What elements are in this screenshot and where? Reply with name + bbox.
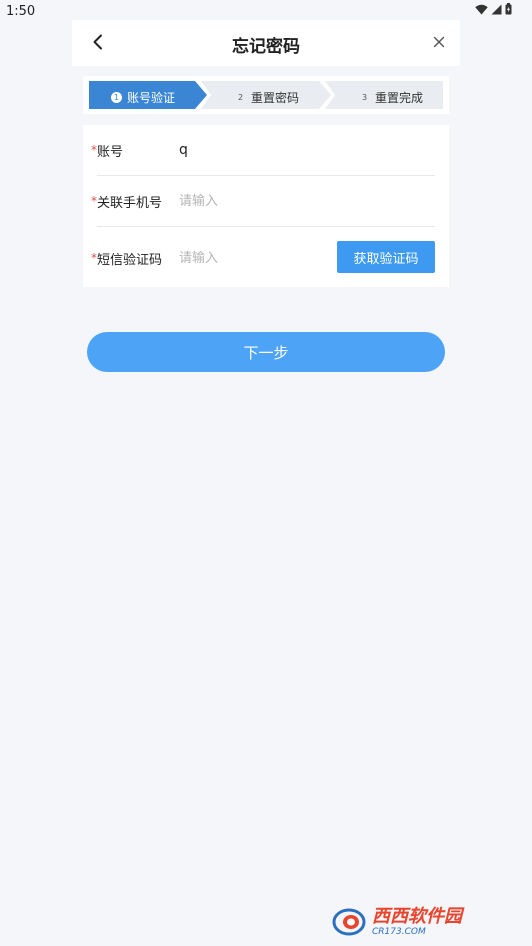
step-label: 账号验证 — [127, 91, 176, 105]
step-number: 1 — [111, 92, 122, 103]
account-input[interactable] — [179, 139, 329, 161]
watermark-logo-icon — [332, 908, 366, 936]
sms-code-input[interactable] — [179, 247, 329, 269]
account-row: * 账号 — [83, 125, 449, 175]
sms-code-row: * 短信验证码 获取验证码 — [83, 227, 449, 287]
reset-form: * 账号 * 关联手机号 * 短信验证码 获取验证码 — [83, 125, 449, 287]
watermark: 西西软件园 CR173.COM — [332, 904, 512, 940]
step-label: 重置密码 — [251, 91, 300, 105]
close-button[interactable] — [428, 31, 450, 53]
phone-label: 关联手机号 — [97, 196, 163, 211]
account-label: 账号 — [97, 145, 124, 160]
sms-code-label: 短信验证码 — [97, 253, 163, 268]
status-time: 1:50 — [6, 4, 36, 19]
close-icon — [433, 36, 445, 48]
get-code-button[interactable]: 获取验证码 — [337, 241, 435, 273]
signal-icon — [491, 4, 502, 14]
step-reset-password: 2 重置密码 — [235, 89, 299, 106]
watermark-url: CR173.COM — [372, 926, 426, 937]
step-number: 3 — [361, 93, 368, 102]
header: 忘记密码 — [72, 20, 460, 66]
next-step-button[interactable]: 下一步 — [87, 332, 445, 372]
watermark-brand: 西西软件园 CR173.COM — [372, 905, 462, 937]
step-reset-complete: 3 重置完成 — [359, 89, 423, 106]
page-title: 忘记密码 — [232, 37, 300, 57]
step-label: 重置完成 — [375, 91, 424, 105]
wifi-icon — [475, 4, 488, 14]
battery-icon — [505, 3, 512, 15]
phone-row: * 关联手机号 — [83, 176, 449, 226]
watermark-brand-name: 西西软件园 — [372, 905, 462, 927]
phone-input[interactable] — [179, 190, 329, 212]
step-indicator: 1 账号验证 2 重置密码 3 重置完成 — [83, 76, 449, 114]
step-number: 2 — [237, 93, 244, 102]
status-icons — [475, 3, 512, 15]
step-account-verify: 1 账号验证 — [111, 89, 175, 106]
